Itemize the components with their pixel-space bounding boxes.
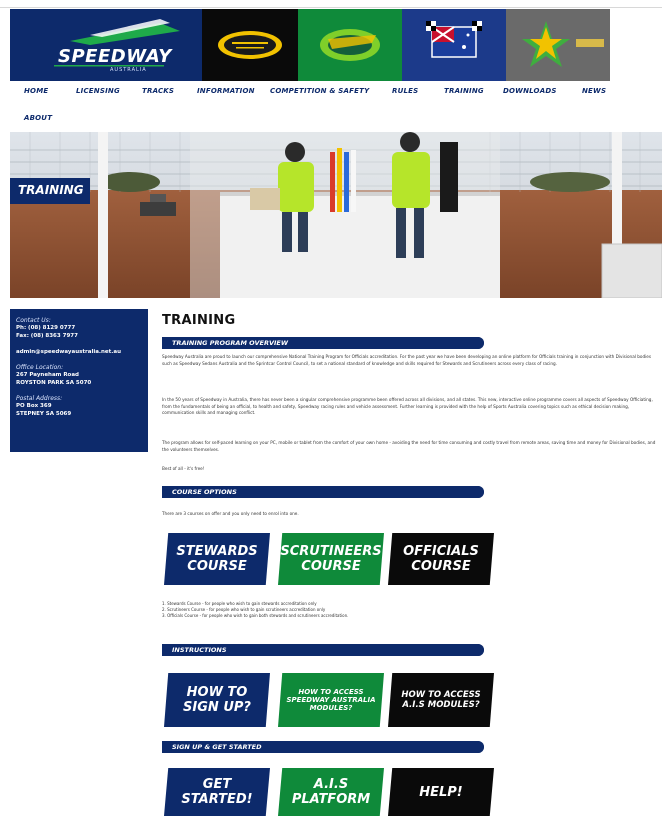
nav-competition-safety[interactable]: COMPETITION & SAFETY	[270, 87, 369, 95]
stewards-course-button[interactable]: STEWARDS COURSE	[164, 533, 270, 585]
speedway-australia-logo[interactable]: SPEEDWAY AUSTRALIA	[10, 9, 202, 81]
nav-training[interactable]: TRAINING	[444, 87, 484, 95]
nav-news[interactable]: NEWS	[582, 87, 606, 95]
get-started-button[interactable]: GET STARTED!	[164, 768, 270, 816]
star-association-logo[interactable]	[506, 9, 610, 81]
sa-modules-line3: MODULES?	[309, 704, 353, 712]
ais-modules-line2: A.I.S MODULES?	[402, 700, 480, 710]
hero-photo-officials-tower	[10, 132, 662, 298]
logo-subtext: AUSTRALIA	[110, 67, 147, 73]
overview-paragraph-4: Best of all - it's free!	[162, 466, 205, 471]
header-banner: SPEEDWAY AUSTRALIA	[10, 9, 610, 81]
nav-home[interactable]: HOME	[24, 87, 48, 95]
stewards-course-line1: STEWARDS	[176, 544, 258, 559]
ais-platform-line2: PLATFORM	[291, 792, 371, 807]
how-to-sign-up-line1: HOW TO	[186, 685, 248, 700]
officials-course-line2: COURSE	[411, 559, 471, 574]
overview-paragraph-2: In the 50 years of Speedway in Australia…	[162, 397, 653, 415]
office-address-line1: 267 Payneham Road	[16, 372, 79, 378]
fax-number: Fax: (08) 8363 7977	[16, 333, 78, 339]
hero-banner: TRAINING	[10, 132, 662, 298]
nav-downloads[interactable]: DOWNLOADS	[503, 87, 557, 95]
get-started-line1: GET	[202, 777, 232, 792]
postal-address-line2: STEPNEY SA 5069	[16, 411, 72, 417]
nav-tracks[interactable]: TRACKS	[142, 87, 174, 95]
scrutineers-course-line1: SCRUTINEERS	[280, 544, 382, 559]
overview-heading: TRAINING PROGRAM OVERVIEW	[162, 337, 484, 349]
course-list: 1. Stewards Course - for people who wish…	[162, 601, 582, 619]
postal-address-line1: PO Box 369	[16, 403, 52, 409]
main-content: TRAINING TRAINING PROGRAM OVERVIEW Speed…	[162, 313, 662, 816]
email-link[interactable]: admin@speedwayaustralia.net.au	[16, 348, 142, 356]
ais-platform-line1: A.I.S	[313, 777, 349, 792]
how-to-sign-up-button[interactable]: HOW TO SIGN UP?	[164, 673, 270, 727]
ais-platform-button[interactable]: A.I.S PLATFORM	[278, 768, 384, 816]
officials-course-button[interactable]: OFFICIALS COURSE	[388, 533, 494, 585]
page-title: TRAINING	[162, 313, 236, 328]
officials-course-line1: OFFICIALS	[403, 544, 479, 559]
sedans-badge-icon	[320, 29, 380, 61]
sa-modules-line1: HOW TO ACCESS	[298, 688, 364, 696]
overview-paragraph-1: Speedway Australia are proud to launch o…	[162, 354, 652, 366]
get-started-line2: STARTED!	[181, 792, 253, 807]
office-label: Office Location:	[16, 364, 64, 371]
contact-sidebar: Contact Us: Ph: (08) 8129 0777 Fax: (08)…	[10, 309, 148, 452]
ais-modules-line1: HOW TO ACCESS	[401, 690, 481, 700]
help-button[interactable]: HELP!	[388, 768, 494, 816]
how-to-access-ais-modules-button[interactable]: HOW TO ACCESS A.I.S MODULES?	[388, 673, 494, 727]
wss-badge-icon	[218, 31, 282, 59]
logo-text: SPEEDWAY	[58, 46, 172, 67]
contact-label: Contact Us:	[16, 317, 51, 324]
how-to-access-sa-modules-button[interactable]: HOW TO ACCESS SPEEDWAY AUSTRALIA MODULES…	[278, 673, 384, 727]
instructions-heading: INSTRUCTIONS	[162, 644, 484, 656]
australian-flag-logo[interactable]	[402, 9, 506, 81]
phone-number[interactable]: Ph: (08) 8129 0777	[16, 324, 142, 332]
postal-label: Postal Address:	[16, 395, 63, 402]
nav-information[interactable]: INFORMATION	[197, 87, 255, 95]
nav-licensing[interactable]: LICENSING	[76, 87, 120, 95]
star-icon	[522, 21, 604, 67]
nav-rules[interactable]: RULES	[392, 87, 418, 95]
nav-about[interactable]: ABOUT	[24, 114, 52, 122]
how-to-sign-up-line2: SIGN UP?	[183, 700, 251, 715]
logo-swoosh-icon	[54, 19, 180, 67]
flag-crest-icon	[426, 21, 482, 58]
top-border	[0, 0, 662, 8]
course-list-item: 3. Officials Course - for people who wis…	[162, 613, 349, 618]
sa-modules-line2: SPEEDWAY AUSTRALIA	[286, 696, 376, 704]
speedway-sedans-logo[interactable]	[298, 9, 402, 81]
scrutineers-course-button[interactable]: SCRUTINEERS COURSE	[278, 533, 384, 585]
course-intro-text: There are 3 courses on offer and you onl…	[162, 511, 299, 516]
hero-page-tag: TRAINING	[10, 178, 90, 204]
stewards-course-line2: COURSE	[187, 559, 247, 574]
course-options-heading: COURSE OPTIONS	[162, 486, 484, 498]
scrutineers-course-line2: COURSE	[301, 559, 361, 574]
office-address-line2: ROYSTON PARK SA 5070	[16, 380, 92, 386]
signup-heading: SIGN UP & GET STARTED	[162, 741, 484, 753]
help-line1: HELP!	[419, 784, 463, 800]
world-series-sprintcars-logo[interactable]	[202, 9, 298, 81]
overview-paragraph-3: The program allows for self-paced learni…	[162, 440, 656, 452]
